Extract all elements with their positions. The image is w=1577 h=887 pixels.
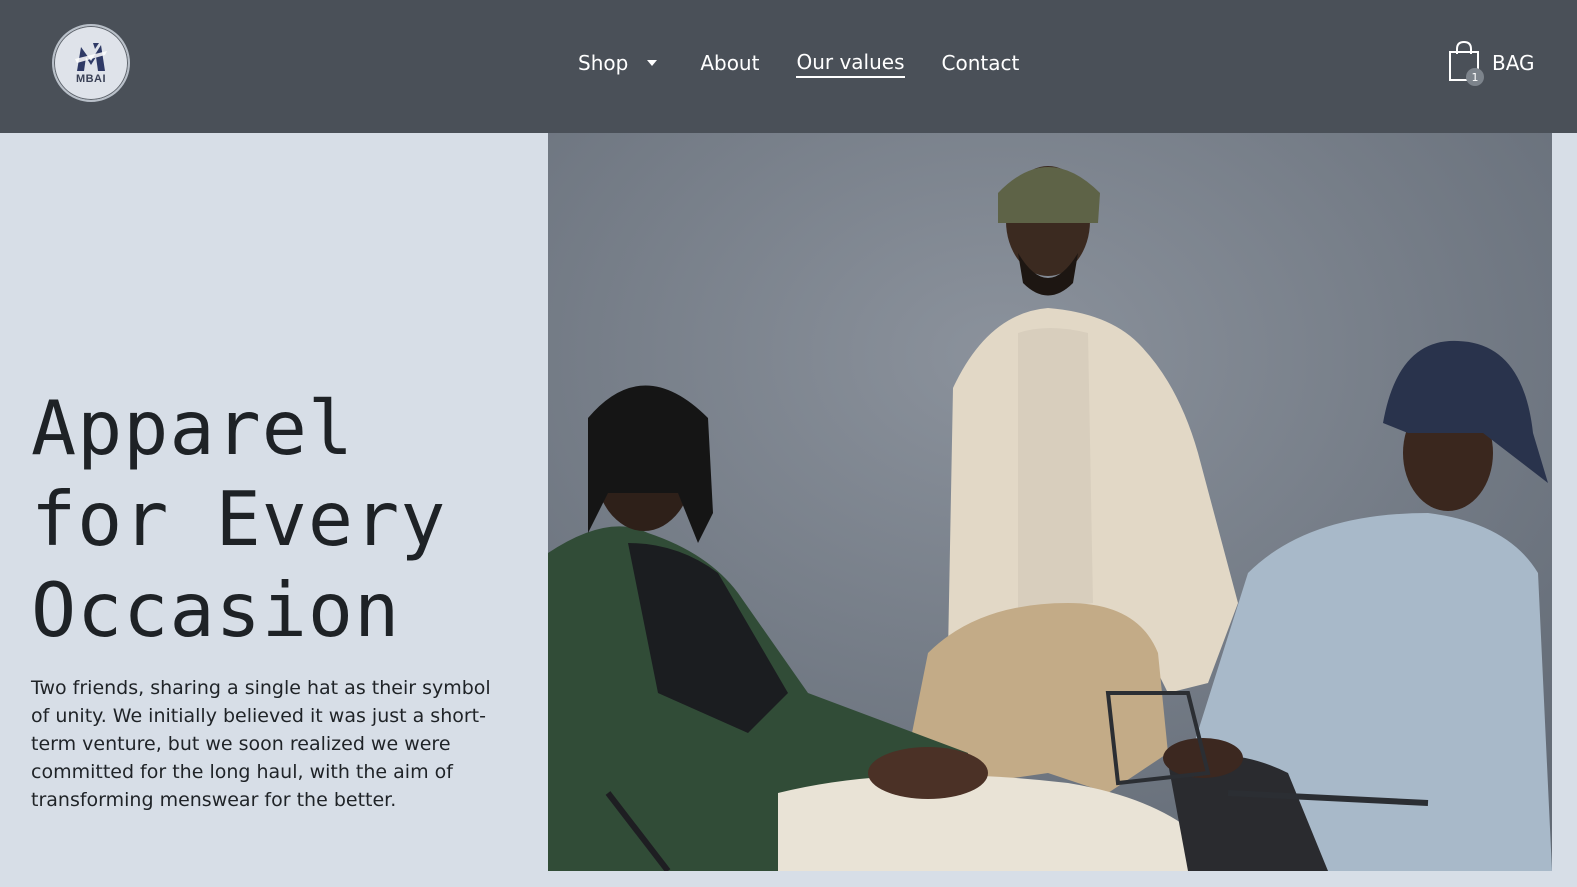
bag-button[interactable]: 1 BAG xyxy=(1447,39,1535,87)
logo-mark-icon xyxy=(75,43,107,71)
hero-description: Two friends, sharing a single hat as the… xyxy=(31,677,491,811)
brand-logo[interactable]: MBAI xyxy=(52,24,130,102)
bag-count-badge: 1 xyxy=(1466,68,1484,86)
hero-title-line-3: Occasion xyxy=(31,566,401,654)
site-header: MBAI Shop About Our values Contact 1 BAG xyxy=(0,0,1577,133)
logo-text: MBAI xyxy=(75,73,107,85)
page-margin-right xyxy=(1552,133,1577,887)
hero-title: Apparel for Every Occasion xyxy=(31,383,531,656)
nav-shop-label: Shop xyxy=(578,51,629,75)
hero-title-line-1: Apparel xyxy=(31,384,355,472)
shopping-bag-icon: 1 xyxy=(1447,40,1484,86)
hero-text-panel: Apparel for Every Occasion Two friends, … xyxy=(0,133,548,887)
main-nav: Shop About Our values Contact xyxy=(578,48,1019,82)
caret-down-icon xyxy=(647,60,658,66)
bag-label: BAG xyxy=(1492,51,1535,75)
nav-contact[interactable]: Contact xyxy=(942,48,1020,78)
page-margin-bottom xyxy=(548,871,1552,887)
nav-our-values[interactable]: Our values xyxy=(796,48,905,78)
hero-title-line-2: for Every xyxy=(31,475,447,563)
nav-about[interactable]: About xyxy=(700,48,759,78)
hero-photo xyxy=(548,133,1552,871)
nav-shop[interactable]: Shop xyxy=(578,48,658,78)
